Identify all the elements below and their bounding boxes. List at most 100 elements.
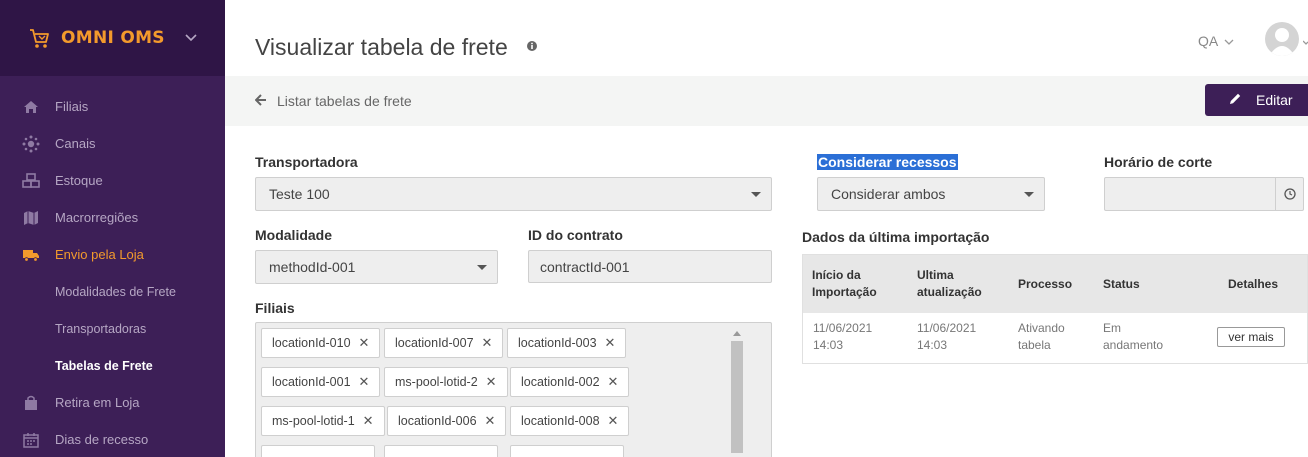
considerar-recessos-label: Considerar recessos xyxy=(817,154,958,170)
chevron-down-icon[interactable] xyxy=(1302,34,1308,52)
cell-status-line2: andamento xyxy=(1103,338,1164,352)
table-row: 11/06/2021 14:03 11/06/2021 14:03 Ativan… xyxy=(803,313,1307,363)
filial-tag: ms-pool-lotid-2 ✕ xyxy=(384,367,508,397)
filiais-multiselect[interactable]: locationId-010 ✕ locationId-007 ✕ location… xyxy=(255,322,772,457)
tag-label: ms-pool-lotid-1 xyxy=(272,414,355,428)
cell-processo-line2: tabela xyxy=(1018,338,1051,352)
cubes-icon xyxy=(22,172,40,190)
filial-tag: ms-pool-lotid-1 ✕ xyxy=(261,406,385,436)
considerar-recessos-select[interactable]: Considerar ambos xyxy=(817,177,1045,211)
remove-tag-icon[interactable]: ✕ xyxy=(486,374,497,390)
info-icon[interactable] xyxy=(527,38,537,56)
remove-tag-icon[interactable]: ✕ xyxy=(605,335,616,351)
brand-header[interactable]: OMNI OMS xyxy=(0,0,225,76)
avatar[interactable] xyxy=(1265,22,1299,56)
sidebar-item-macrorregioes[interactable]: Macrorregiões xyxy=(0,199,225,236)
tag-label: locationId-002 xyxy=(521,375,600,389)
remove-tag-icon[interactable]: ✕ xyxy=(359,335,370,351)
considerar-recessos-value: Considerar ambos xyxy=(831,186,946,202)
tag-label: locationId-007 xyxy=(395,336,474,350)
sidebar-item-label: Estoque xyxy=(55,173,103,188)
sidebar-subitem-modalidades-de-frete[interactable]: Modalidades de Frete xyxy=(0,273,225,310)
scrollbar-thumb[interactable] xyxy=(731,341,743,453)
remove-tag-icon[interactable]: ✕ xyxy=(608,413,619,429)
filial-tag: locationId-007 ✕ xyxy=(384,328,504,358)
remove-tag-icon[interactable]: ✕ xyxy=(482,335,493,351)
sidebar-item-dias-de-recesso[interactable]: Dias de recesso xyxy=(0,421,225,457)
modalidade-select[interactable]: methodId-001 xyxy=(255,250,498,284)
caret-down-icon xyxy=(1024,192,1034,197)
back-link-label: Listar tabelas de frete xyxy=(277,93,412,109)
page-title: Visualizar tabela de frete xyxy=(255,34,508,60)
sidebar-subitem-transportadoras[interactable]: Transportadoras xyxy=(0,310,225,347)
truck-icon xyxy=(22,246,40,264)
scrollbar[interactable] xyxy=(731,331,743,457)
remove-tag-icon[interactable]: ✕ xyxy=(359,374,370,390)
map-icon xyxy=(22,209,40,227)
clock-icon[interactable] xyxy=(1275,178,1303,210)
header-processo: Processo xyxy=(1018,277,1073,291)
filial-tag-partial xyxy=(261,445,375,457)
ver-mais-button[interactable]: ver mais xyxy=(1217,327,1285,347)
remove-tag-icon[interactable]: ✕ xyxy=(608,374,619,390)
sidebar: OMNI OMS Filiais Canais Estoque Macrorre… xyxy=(0,0,225,457)
header-inicio-line1: Início da xyxy=(812,268,861,282)
sidebar-item-label: Macrorregiões xyxy=(55,210,139,225)
tag-label: locationId-003 xyxy=(518,336,597,350)
header-ultima: Ultima atualização xyxy=(917,267,982,301)
header-ultima-line1: Ultima xyxy=(917,268,954,282)
cell-status-line1: Em xyxy=(1103,321,1121,335)
sidebar-item-label: Envio pela Loja xyxy=(55,247,144,262)
pencil-icon xyxy=(1229,92,1242,108)
tag-label: locationId-001 xyxy=(272,375,351,389)
tag-label: locationId-006 xyxy=(398,414,477,428)
back-link[interactable]: Listar tabelas de frete xyxy=(254,93,412,109)
import-section-title: Dados da última importação xyxy=(802,229,990,245)
arrow-left-icon xyxy=(254,93,267,109)
sidebar-item-filiais[interactable]: Filiais xyxy=(0,88,225,125)
cell-inicio: 11/06/2021 14:03 xyxy=(813,320,872,354)
sidebar-item-envio-pela-loja[interactable]: Envio pela Loja xyxy=(0,236,225,273)
id-contrato-value: contractId-001 xyxy=(540,258,630,275)
sidebar-nav: Filiais Canais Estoque Macrorregiões Env… xyxy=(0,76,225,457)
tag-label: locationId-008 xyxy=(521,414,600,428)
horario-de-corte-label: Horário de corte xyxy=(1104,154,1213,170)
filial-tag: locationId-003 ✕ xyxy=(507,328,627,358)
remove-tag-icon[interactable]: ✕ xyxy=(485,413,496,429)
cell-processo: Ativando tabela xyxy=(1018,320,1065,354)
chevron-down-icon[interactable] xyxy=(185,30,197,48)
modalidade-label: Modalidade xyxy=(255,227,333,243)
sidebar-item-label: Retira em Loja xyxy=(55,395,140,410)
filial-tag-partial xyxy=(510,445,624,457)
filiais-label: Filiais xyxy=(255,300,295,316)
chevron-down-icon xyxy=(1224,33,1234,49)
sidebar-item-label: Dias de recesso xyxy=(55,432,149,447)
id-contrato-field[interactable]: contractId-001 xyxy=(528,250,772,283)
sidebar-item-canais[interactable]: Canais xyxy=(0,125,225,162)
cell-ultima-date: 11/06/2021 xyxy=(917,321,977,335)
filial-tag: locationId-008 ✕ xyxy=(510,406,630,436)
horario-de-corte-input[interactable] xyxy=(1104,177,1304,211)
sidebar-item-label: Filiais xyxy=(55,99,89,114)
scroll-up-icon[interactable] xyxy=(733,331,741,336)
transportadora-label: Transportadora xyxy=(255,154,358,170)
cell-inicio-time: 14:03 xyxy=(813,338,844,352)
import-table: Início da Importação Ultima atualização … xyxy=(802,254,1308,364)
transportadora-select[interactable]: Teste 100 xyxy=(255,177,772,211)
cart-logo-icon xyxy=(26,25,52,51)
shopping-bag-icon xyxy=(22,394,40,412)
sidebar-item-label: Canais xyxy=(55,136,96,151)
environment-label: QA xyxy=(1198,33,1219,49)
modalidade-value: methodId-001 xyxy=(269,259,356,275)
environment-select[interactable]: QA xyxy=(1198,33,1234,49)
sidebar-item-estoque[interactable]: Estoque xyxy=(0,162,225,199)
remove-tag-icon[interactable]: ✕ xyxy=(363,413,374,429)
sidebar-subitem-tabelas-de-frete[interactable]: Tabelas de Frete xyxy=(0,347,225,384)
id-contrato-label: ID do contrato xyxy=(528,227,623,243)
filial-tag: locationId-006 ✕ xyxy=(387,406,507,436)
filial-tag: locationId-001 ✕ xyxy=(261,367,381,397)
sidebar-item-retira-em-loja[interactable]: Retira em Loja xyxy=(0,384,225,421)
top-header: Visualizar tabela de frete QA xyxy=(225,0,1308,76)
edit-button[interactable]: Editar xyxy=(1205,84,1308,116)
edit-button-label: Editar xyxy=(1256,92,1293,108)
